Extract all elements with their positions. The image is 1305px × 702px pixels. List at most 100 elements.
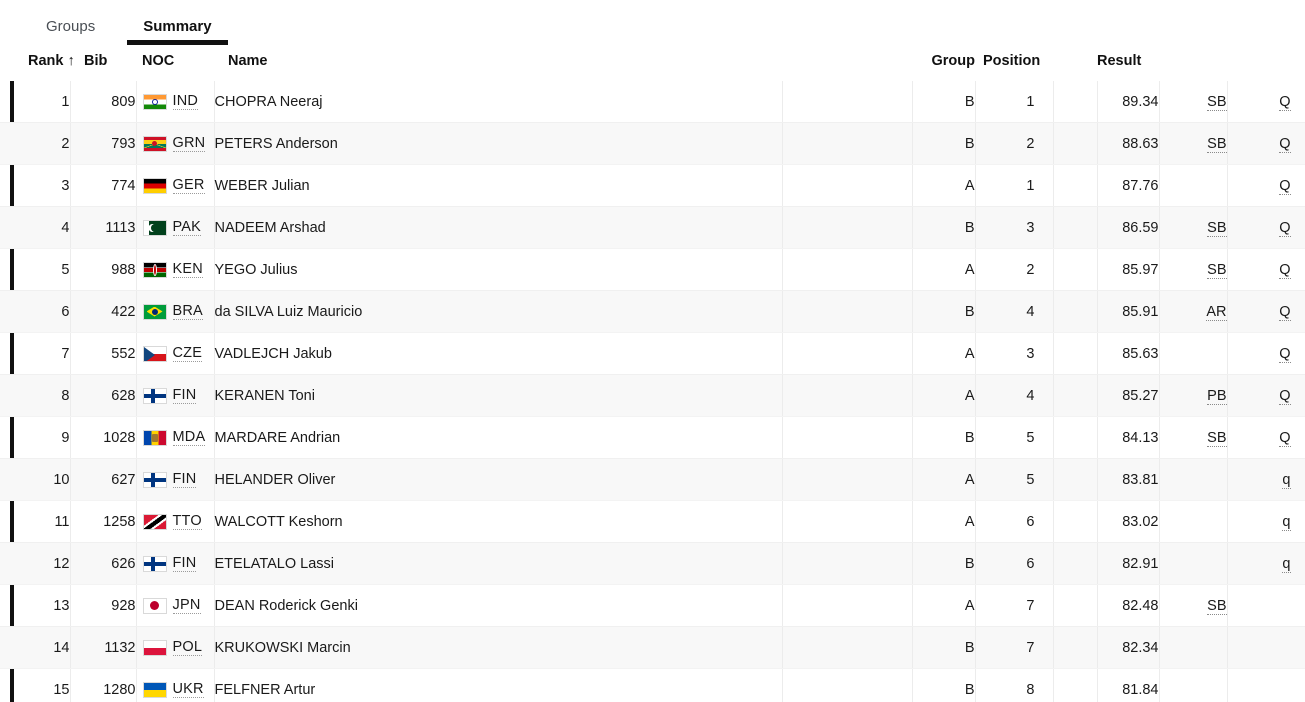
record-badge[interactable]: SB <box>1207 219 1227 237</box>
cell-bib: 1132 <box>70 626 137 669</box>
noc-code[interactable]: FIN <box>172 471 197 488</box>
column-header-result[interactable]: Result <box>1097 53 1159 81</box>
table-row[interactable]: 5 988 KEN YEGO Julius A 2 85.97 SB Q <box>0 248 1305 291</box>
cell-position: 3 <box>975 206 1054 249</box>
qualification-badge[interactable]: q <box>1282 471 1291 489</box>
flag-icon-fin <box>142 471 167 488</box>
table-row[interactable]: 11 1258 TTO WALCOTT Keshorn A 6 83.02 q <box>0 500 1305 543</box>
row-accent-cell <box>0 290 14 333</box>
cell-athlete-name[interactable]: FELFNER Artur <box>214 668 783 702</box>
column-header-noc[interactable]: NOC <box>136 53 214 81</box>
table-row[interactable]: 7 552 CZE VADLEJCH Jakub A 3 85.63 Q <box>0 332 1305 375</box>
cell-athlete-name[interactable]: PETERS Anderson <box>214 122 783 165</box>
cell-spacer <box>1053 290 1098 333</box>
cell-group: A <box>912 500 976 543</box>
cell-group: B <box>912 206 976 249</box>
cell-athlete-name[interactable]: HELANDER Oliver <box>214 458 783 501</box>
cell-athlete-name[interactable]: WALCOTT Keshorn <box>214 500 783 543</box>
cell-athlete-name[interactable]: DEAN Roderick Genki <box>214 584 783 627</box>
row-accent-cell <box>0 668 14 702</box>
qualification-badge[interactable]: Q <box>1279 387 1291 405</box>
table-row[interactable]: 6 422 BRA da SILVA Luiz Mauricio B 4 85.91 AR Q <box>0 290 1305 333</box>
qualification-badge[interactable]: Q <box>1279 93 1291 111</box>
noc-code[interactable]: GER <box>172 177 205 194</box>
sort-ascending-icon[interactable]: ↑ <box>63 53 74 69</box>
cell-athlete-name[interactable]: VADLEJCH Jakub <box>214 332 783 375</box>
cell-athlete-name[interactable]: ETELATALO Lassi <box>214 542 783 585</box>
cell-spacer <box>1053 164 1098 207</box>
column-header-position[interactable]: Position <box>975 53 1053 81</box>
noc-code[interactable]: FIN <box>172 555 197 572</box>
cell-rank: 6 <box>14 290 71 333</box>
noc-code[interactable]: IND <box>172 93 199 110</box>
record-badge[interactable]: SB <box>1207 135 1227 153</box>
table-row[interactable]: 14 1132 POL KRUKOWSKI Marcin B 7 82.34 <box>0 626 1305 669</box>
flag-icon-grn <box>142 135 167 152</box>
column-header-name[interactable]: Name <box>214 53 782 81</box>
cell-result: 83.02 <box>1097 500 1160 543</box>
table-row[interactable]: 12 626 FIN ETELATALO Lassi B 6 82.91 q <box>0 542 1305 585</box>
cell-group: B <box>912 626 976 669</box>
cell-position: 5 <box>975 416 1054 459</box>
qualification-badge[interactable]: q <box>1282 555 1291 573</box>
tab-groups-label: Groups <box>46 18 96 35</box>
qualification-badge[interactable]: Q <box>1279 135 1291 153</box>
record-badge[interactable]: PB <box>1207 387 1227 405</box>
qualification-badge[interactable]: Q <box>1279 303 1291 321</box>
noc-code[interactable]: JPN <box>172 597 201 614</box>
column-header-group[interactable]: Group <box>912 53 975 81</box>
table-row[interactable]: 3 774 GER WEBER Julian A 1 87.76 Q <box>0 164 1305 207</box>
qualification-badge[interactable]: q <box>1282 513 1291 531</box>
cell-bib: 1258 <box>70 500 137 543</box>
cell-athlete-name[interactable]: da SILVA Luiz Mauricio <box>214 290 783 333</box>
record-badge[interactable]: SB <box>1207 597 1227 615</box>
cell-athlete-name[interactable]: YEGO Julius <box>214 248 783 291</box>
cell-athlete-name[interactable]: KERANEN Toni <box>214 374 783 417</box>
noc-code[interactable]: POL <box>172 639 203 656</box>
record-badge[interactable]: SB <box>1207 429 1227 447</box>
cell-mark-qualification: Q <box>1227 81 1305 123</box>
table-row[interactable]: 2 793 GRN PETERS Anderson B 2 88.63 SB Q <box>0 122 1305 165</box>
cell-athlete-name[interactable]: KRUKOWSKI Marcin <box>214 626 783 669</box>
cell-athlete-name[interactable]: WEBER Julian <box>214 164 783 207</box>
noc-code[interactable]: MDA <box>172 429 206 446</box>
record-badge[interactable]: SB <box>1207 93 1227 111</box>
qualification-badge[interactable]: Q <box>1279 219 1291 237</box>
qualification-badge[interactable]: Q <box>1279 177 1291 195</box>
cell-mark-record <box>1159 164 1228 207</box>
cell-gap <box>782 500 913 543</box>
cell-group: B <box>912 542 976 585</box>
noc-code[interactable]: UKR <box>172 681 204 698</box>
noc-code[interactable]: PAK <box>172 219 202 236</box>
cell-position: 7 <box>975 584 1054 627</box>
table-row[interactable]: 4 1113 PAK NADEEM Arshad B 3 86.59 SB Q <box>0 206 1305 249</box>
cell-mark-qualification: Q <box>1227 206 1305 249</box>
record-badge[interactable]: SB <box>1207 261 1227 279</box>
noc-code[interactable]: GRN <box>172 135 206 152</box>
qualification-badge[interactable]: Q <box>1279 345 1291 363</box>
noc-code[interactable]: BRA <box>172 303 203 320</box>
table-row[interactable]: 13 928 JPN DEAN Roderick Genki A 7 82.48 SB <box>0 584 1305 627</box>
qualification-badge[interactable]: Q <box>1279 261 1291 279</box>
noc-code[interactable]: TTO <box>172 513 202 530</box>
cell-athlete-name[interactable]: MARDARE Andrian <box>214 416 783 459</box>
table-row[interactable]: 15 1280 UKR FELFNER Artur B 8 81.84 <box>0 668 1305 702</box>
cell-athlete-name[interactable]: NADEEM Arshad <box>214 206 783 249</box>
column-header-bib[interactable]: Bib <box>70 53 136 81</box>
cell-rank: 10 <box>14 458 71 501</box>
record-badge[interactable]: AR <box>1206 303 1227 321</box>
table-row[interactable]: 8 628 FIN KERANEN Toni A 4 85.27 PB Q <box>0 374 1305 417</box>
noc-code[interactable]: KEN <box>172 261 203 278</box>
noc-code[interactable]: FIN <box>172 387 197 404</box>
cell-rank: 2 <box>14 122 71 165</box>
table-row[interactable]: 1 809 IND CHOPRA Neeraj B 1 89.34 SB Q <box>0 81 1305 123</box>
tab-summary[interactable]: Summary <box>119 0 235 53</box>
noc-code[interactable]: CZE <box>172 345 203 362</box>
table-body: 1 809 IND CHOPRA Neeraj B 1 89.34 SB Q 2 793 GRN PET… <box>0 81 1305 702</box>
tab-groups[interactable]: Groups <box>22 0 119 53</box>
table-row[interactable]: 9 1028 MDA MARDARE Andrian B 5 84.13 SB Q <box>0 416 1305 459</box>
qualification-badge[interactable]: Q <box>1279 429 1291 447</box>
table-row[interactable]: 10 627 FIN HELANDER Oliver A 5 83.81 q <box>0 458 1305 501</box>
column-header-rank[interactable]: Rank ↑ <box>14 53 75 81</box>
cell-athlete-name[interactable]: CHOPRA Neeraj <box>214 81 783 123</box>
